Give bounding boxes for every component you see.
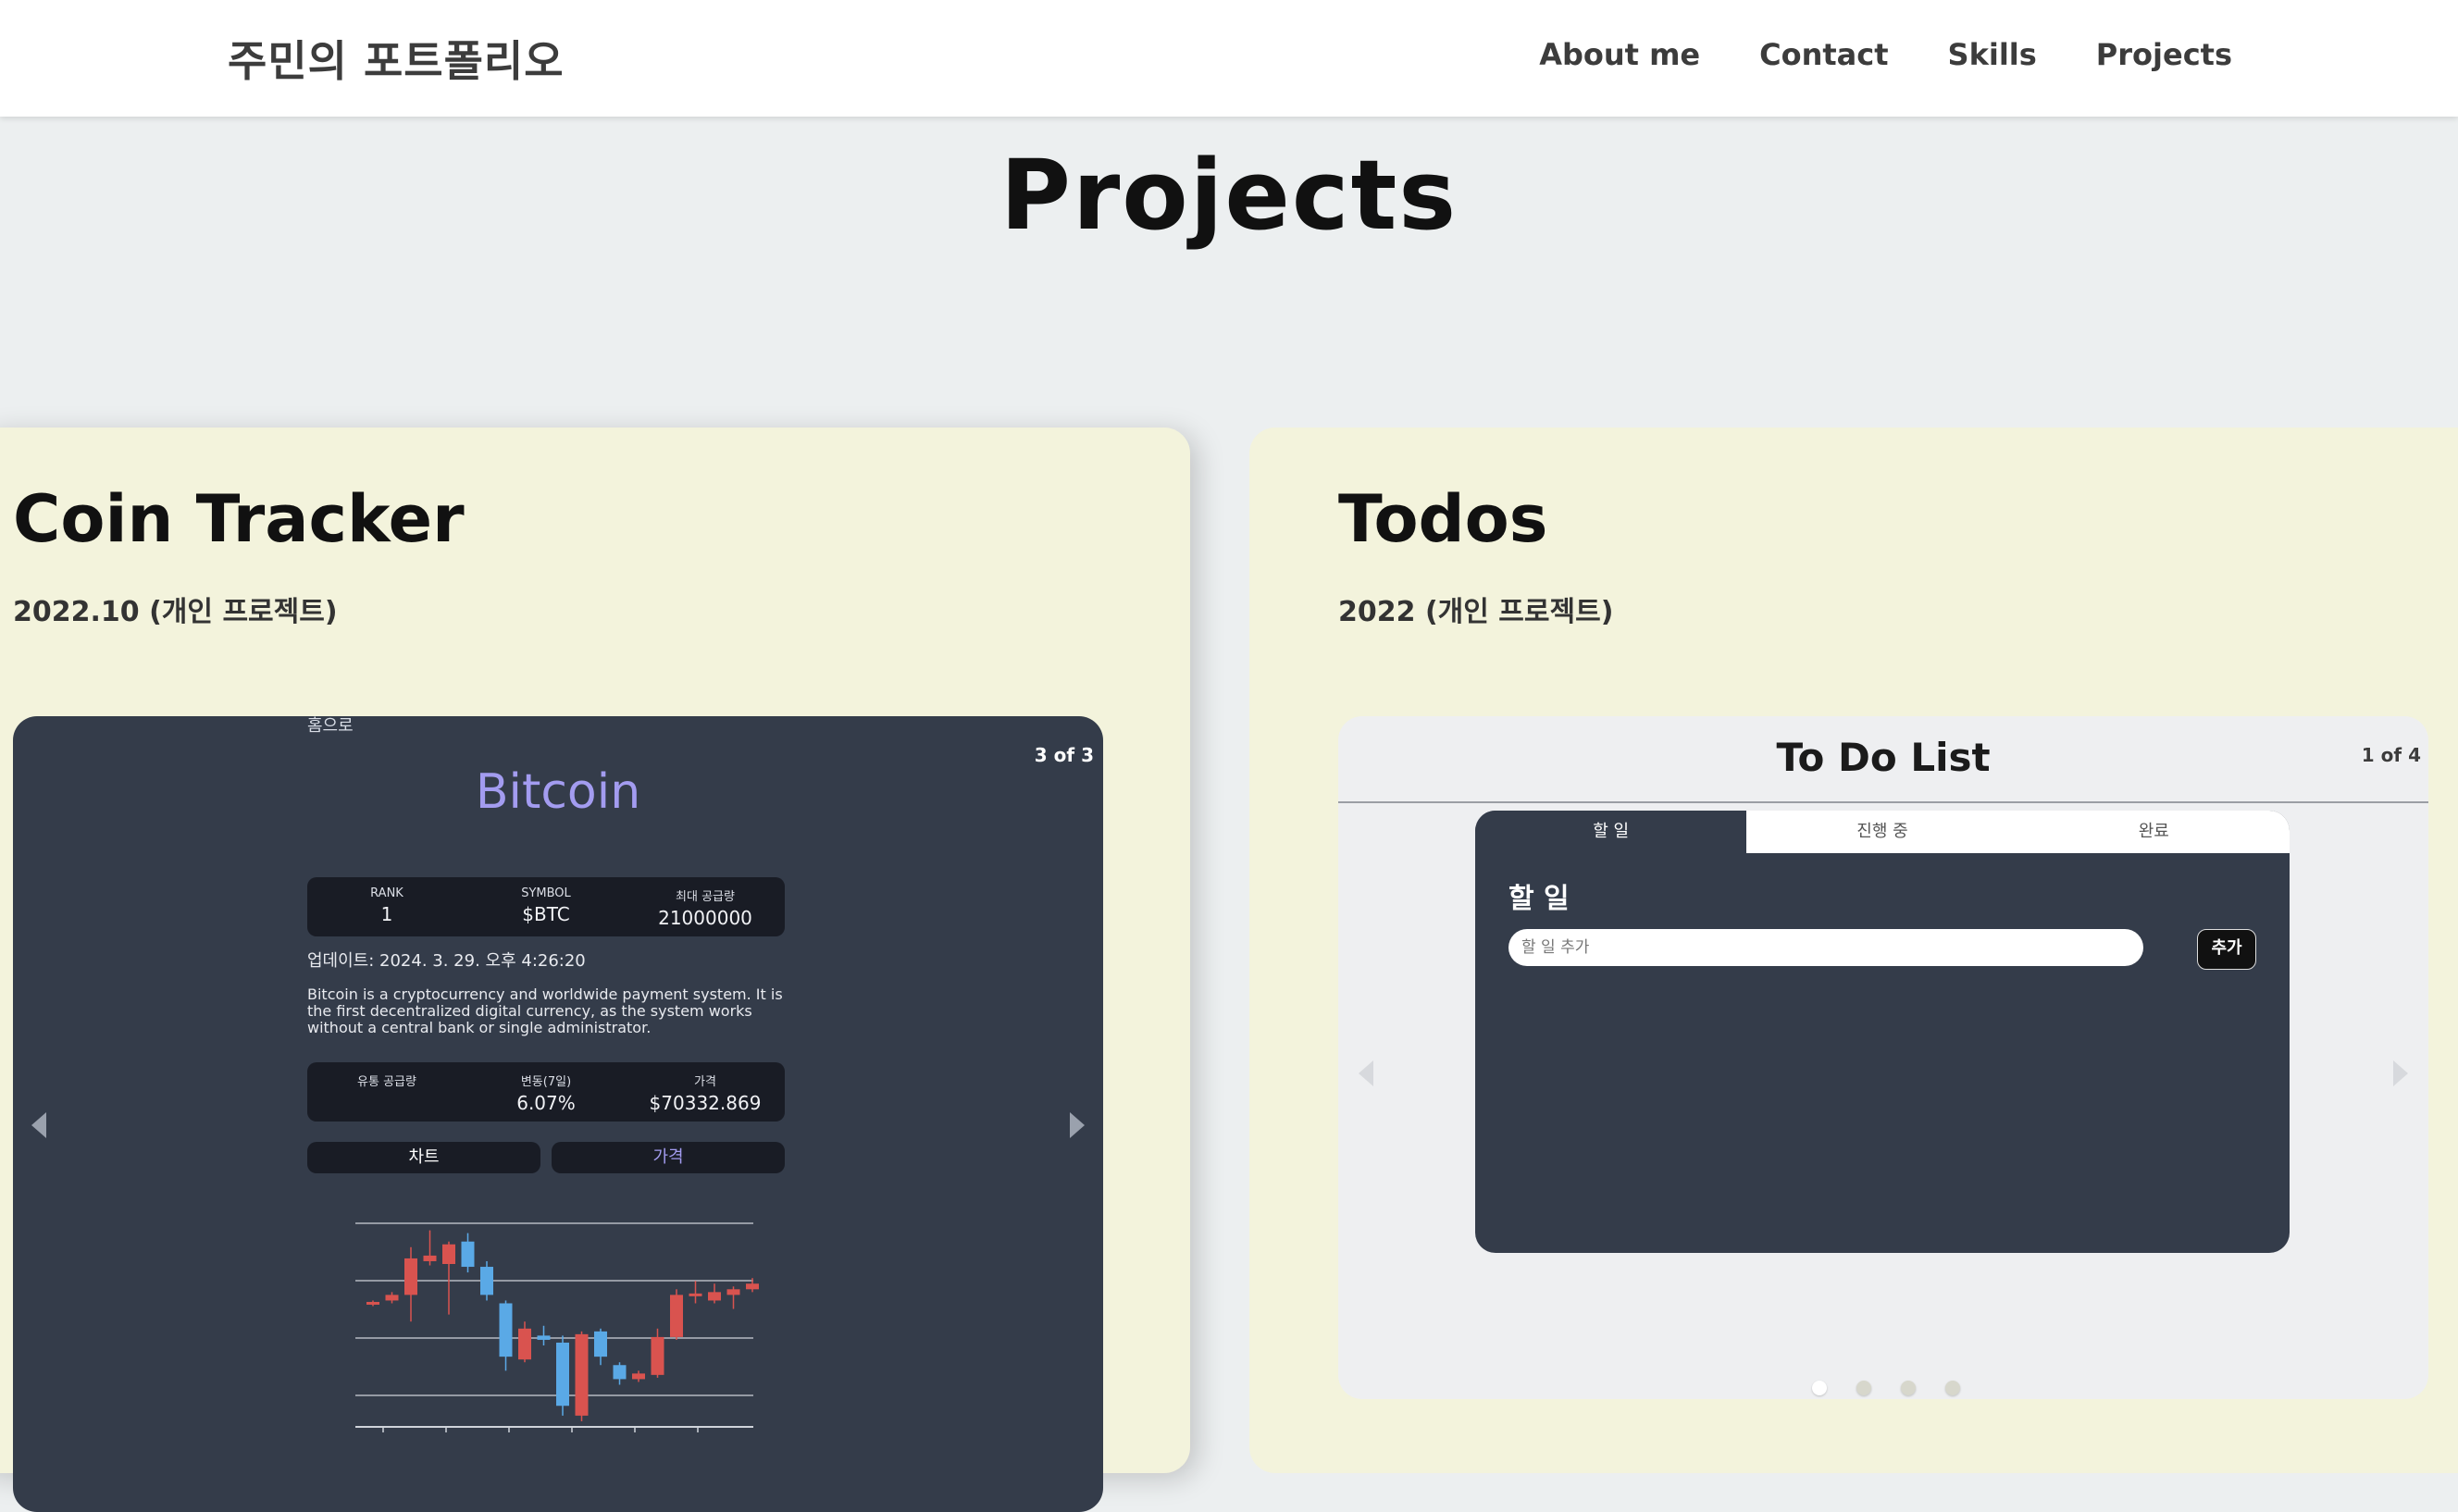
project-subtitle: 2022 (개인 프로젝트) (1338, 596, 1614, 628)
candle-body (499, 1303, 513, 1357)
coin-stats-top: RANK 1 SYMBOL $BTC 최대 공급량 21000000 (307, 877, 785, 936)
carousel-dot-1[interactable] (1812, 1381, 1827, 1395)
divider (1338, 801, 2428, 803)
nav-links: About me Contact Skills Projects (1539, 37, 2232, 72)
carousel-prev-arrow[interactable] (1359, 1060, 1373, 1086)
updated-time: 업데이트: 2024. 3. 29. 오후 4:26:20 (307, 951, 586, 971)
carousel-prev-arrow[interactable] (31, 1112, 46, 1138)
stat-value: 1 (380, 903, 393, 925)
candle-body (726, 1289, 740, 1295)
candle-body (746, 1283, 759, 1290)
carousel-next-arrow[interactable] (2393, 1060, 2408, 1086)
nav-link-skills[interactable]: Skills (1948, 37, 2037, 72)
candle-body (632, 1373, 645, 1380)
stat-value: 6.07% (516, 1092, 576, 1114)
coin-stats-bottom: 유통 공급량 변동(7일) 6.07% 가격 $70332.869 (307, 1062, 785, 1122)
coin-name: Bitcoin (475, 764, 641, 820)
todo-app: 할 일 진행 중 완료 할 일 추가 (1475, 811, 2290, 1253)
nav-link-projects[interactable]: Projects (2096, 37, 2232, 72)
candle-body (556, 1342, 569, 1407)
candle-body (442, 1244, 455, 1264)
tab-todo[interactable]: 할 일 (1475, 811, 1747, 853)
todo-tabs: 할 일 진행 중 완료 (1475, 811, 2290, 853)
carousel-dot-2[interactable] (1856, 1381, 1871, 1395)
stat-label: SYMBOL (521, 886, 571, 900)
candle-body (385, 1295, 399, 1301)
candle-body (423, 1255, 437, 1261)
candle-body (461, 1241, 475, 1268)
stat-circulating-supply: 유통 공급량 (307, 1062, 466, 1122)
candle-body (404, 1258, 417, 1295)
carousel-dot-4[interactable] (1945, 1381, 1960, 1395)
candle-body (670, 1295, 683, 1337)
tab-done[interactable]: 완료 (2017, 811, 2290, 853)
todo-section-title: 할 일 (1508, 883, 1570, 915)
stat-label: 최대 공급량 (676, 890, 735, 904)
project-card-coin-tracker: Coin Tracker 2022.10 (개인 프로젝트) 홈으로 3 of … (0, 428, 1190, 1512)
project-subtitle: 2022.10 (개인 프로젝트) (13, 596, 338, 628)
brand-title[interactable]: 주민의 포트폴리오 (228, 28, 565, 89)
carousel-dot-3[interactable] (1901, 1381, 1916, 1395)
slide-counter: 1 of 4 (2361, 744, 2421, 766)
coin-description: Bitcoin is a cryptocurrency and worldwid… (307, 985, 783, 1036)
top-navbar: 주민의 포트폴리오 About me Contact Skills Projec… (0, 0, 2458, 117)
stat-label: RANK (370, 886, 403, 900)
candle-body (613, 1365, 627, 1380)
carousel-next-arrow[interactable] (1070, 1112, 1085, 1138)
candle-body (689, 1293, 702, 1296)
candle-body (575, 1333, 589, 1416)
section-title: Projects (999, 139, 1459, 252)
slide-counter: 3 of 3 (1034, 744, 1094, 766)
stat-change-7d: 변동(7일) 6.07% (466, 1062, 626, 1122)
nav-link-about[interactable]: About me (1539, 37, 1700, 72)
stat-value: $BTC (522, 903, 570, 925)
stat-rank: RANK 1 (307, 877, 466, 936)
stat-label: 가격 (694, 1075, 716, 1089)
candle-body (594, 1331, 607, 1357)
carousel-dots (1812, 1381, 1960, 1395)
candle-body (537, 1335, 551, 1340)
candlestick-chart (355, 1222, 759, 1432)
nav-link-contact[interactable]: Contact (1759, 37, 1888, 72)
tab-in-progress[interactable]: 진행 중 (1746, 811, 2018, 853)
tab-price[interactable]: 가격 (552, 1142, 785, 1173)
todo-input[interactable] (1508, 929, 2143, 966)
stat-label: 유통 공급량 (357, 1075, 416, 1089)
candle-body (518, 1328, 531, 1360)
project-title: Todos (1338, 481, 1548, 557)
todo-heading: To Do List (1776, 735, 1991, 780)
home-link[interactable]: 홈으로 (307, 716, 354, 737)
stat-max-supply: 최대 공급량 21000000 (626, 877, 785, 936)
stat-symbol: SYMBOL $BTC (466, 877, 626, 936)
tab-chart[interactable]: 차트 (307, 1142, 540, 1173)
stat-value: $70332.869 (649, 1092, 762, 1114)
screenshot-carousel: 홈으로 3 of 3 Bitcoin RANK 1 SYMBOL $BTC 최대… (13, 716, 1103, 1512)
project-card-todos: Todos 2022 (개인 프로젝트) To Do List 1 of 4 할… (1249, 428, 2458, 1473)
project-title: Coin Tracker (13, 481, 465, 557)
candle-body (480, 1267, 493, 1295)
stat-label: 변동(7일) (520, 1075, 572, 1089)
candle-body (708, 1292, 721, 1301)
candle-body (366, 1301, 379, 1305)
stat-value: 21000000 (658, 907, 752, 929)
candle-body (651, 1336, 664, 1375)
add-todo-button[interactable]: 추가 (2197, 929, 2256, 970)
screenshot-carousel: To Do List 1 of 4 할 일 진행 중 완료 할 일 추가 (1338, 716, 2428, 1399)
stat-price: 가격 $70332.869 (626, 1062, 785, 1122)
